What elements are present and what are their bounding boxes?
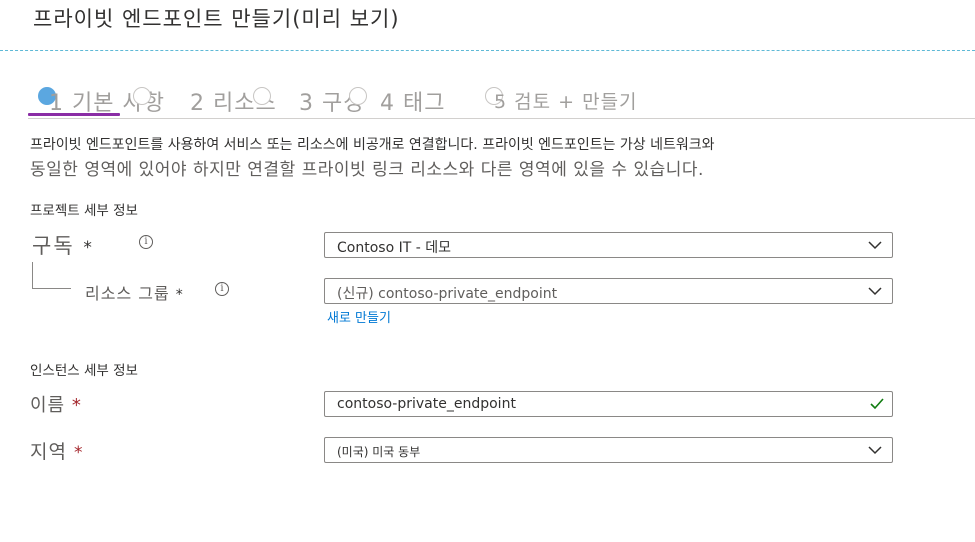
required-marker: *: [71, 395, 82, 416]
chevron-down-icon: [868, 446, 882, 455]
tab-resource-indicator: [133, 87, 151, 105]
resource-group-label: 리소스 그룹 *: [85, 280, 184, 304]
description-line-2: 동일한 영역에 있어야 하지만 연결할 프라이빗 링크 리소스와 다른 영역에 …: [30, 160, 704, 180]
checkmark-icon: [870, 398, 884, 410]
project-details-heading: 프로젝트 세부 정보: [30, 203, 138, 219]
page-title: 프라이빗 엔드포인트 만들기(미리 보기): [33, 7, 400, 31]
region-value: (미국) 미국 동부: [337, 445, 421, 459]
name-input[interactable]: contoso-private_endpoint: [324, 391, 893, 417]
region-label: 지역 *: [30, 437, 84, 464]
instance-details-heading: 인스턴스 세부 정보: [30, 363, 138, 379]
description-line-1: 프라이빗 엔드포인트를 사용하여 서비스 또는 리소스에 비공개로 연결합니다.…: [30, 137, 715, 153]
required-marker: *: [83, 238, 94, 258]
tab-config-indicator: [253, 87, 271, 105]
tab-tags[interactable]: 4 태그: [380, 85, 445, 117]
subscription-label: 구독 *: [32, 230, 94, 260]
resource-group-label-text: 리소스 그룹: [85, 284, 170, 303]
subscription-value: Contoso IT - 데모: [337, 240, 451, 256]
resource-group-dropdown[interactable]: (신규) contoso-private_endpoint: [324, 278, 893, 304]
name-label: 이름 *: [30, 391, 82, 417]
name-value: contoso-private_endpoint: [337, 396, 516, 412]
chevron-down-icon: [868, 287, 882, 296]
tabs-divider: [28, 118, 975, 119]
active-tab-underline: [28, 113, 120, 116]
tab-review-create[interactable]: 5 검토 + 만들기: [494, 87, 638, 114]
tab-review-number: 5: [494, 91, 508, 113]
info-icon[interactable]: i: [215, 282, 229, 296]
subscription-dropdown[interactable]: Contoso IT - 데모: [324, 232, 893, 258]
subscription-label-text: 구독: [32, 234, 75, 258]
create-new-link[interactable]: 새로 만들기: [327, 307, 391, 326]
title-divider: [0, 50, 975, 51]
tree-connector: [32, 262, 71, 289]
chevron-down-icon: [868, 241, 882, 250]
tab-review-label: 검토 + 만들기: [514, 91, 638, 113]
required-marker: *: [175, 287, 184, 303]
tab-configuration-number: 3: [299, 91, 314, 116]
info-icon[interactable]: i: [139, 235, 153, 249]
region-label-text: 지역: [30, 441, 67, 463]
tab-tags-indicator: [349, 87, 367, 105]
tab-tags-number: 4: [380, 91, 395, 116]
name-label-text: 이름: [30, 395, 66, 416]
required-marker: *: [74, 443, 84, 463]
tab-tags-label: 태그: [403, 91, 446, 116]
resource-group-value: (신규) contoso-private_endpoint: [337, 286, 558, 302]
tab-resource-number: 2: [190, 91, 205, 116]
region-dropdown[interactable]: (미국) 미국 동부: [324, 437, 893, 463]
